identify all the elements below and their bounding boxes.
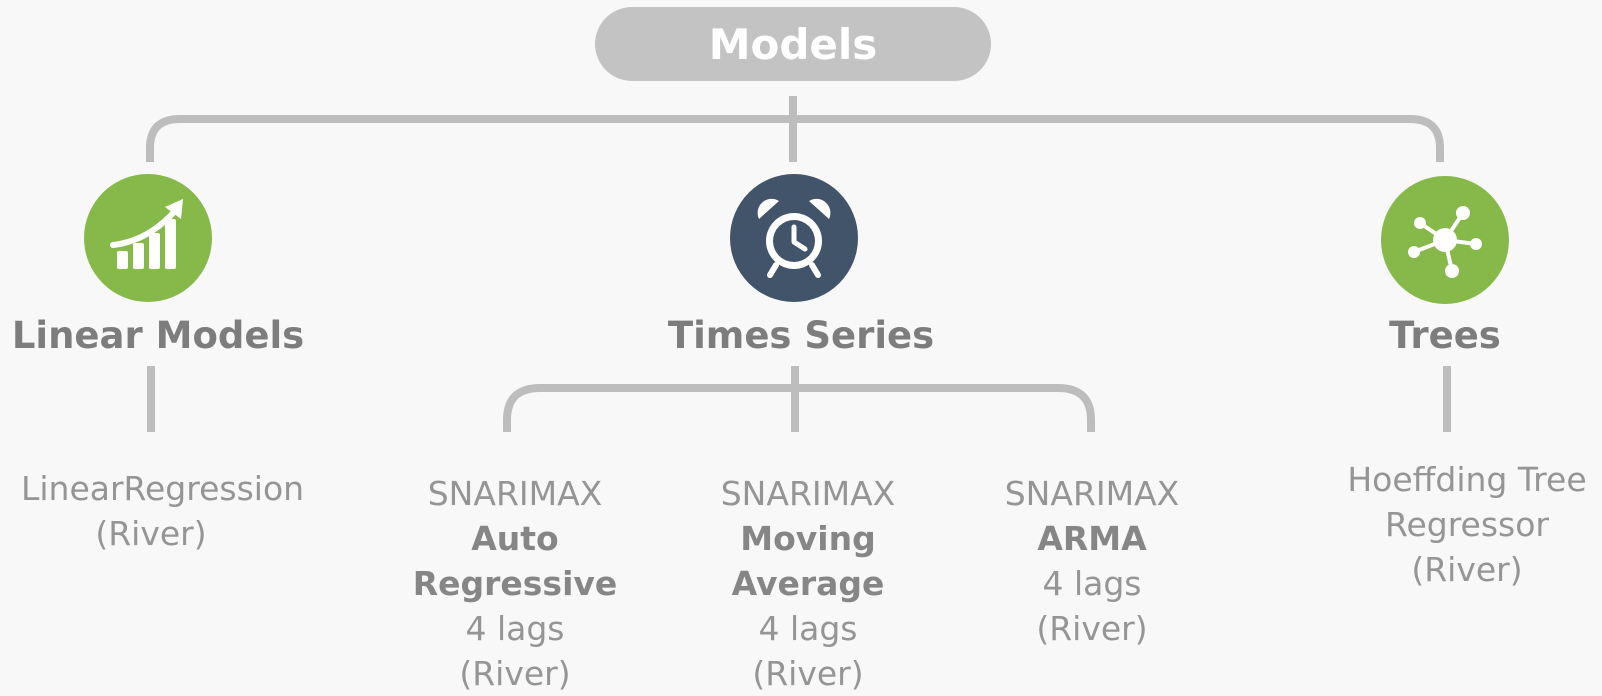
leaf-line: Regressive	[412, 564, 618, 603]
leaf-line: (River)	[95, 514, 207, 553]
leaf-snarimax-auto-regressive: SNARIMAX Auto Regressive 4 lags (River)	[385, 471, 645, 696]
leaf-line: 4 lags	[465, 609, 565, 648]
leaf-line: Average	[731, 564, 885, 603]
root-label: Models	[708, 19, 878, 69]
category-title-times-series: Times Series	[667, 314, 935, 357]
leaf-snarimax-arma: SNARIMAX ARMA 4 lags (River)	[962, 471, 1222, 651]
leaf-line: SNARIMAX	[1004, 474, 1180, 513]
network-hub-icon	[1381, 176, 1509, 304]
category-title-linear-models: Linear Models	[11, 314, 305, 357]
leaf-line: (River)	[1411, 550, 1523, 589]
root-node-models: Models	[595, 7, 991, 81]
leaf-line: 4 lags	[758, 609, 858, 648]
leaf-hoeffding-tree-regressor: Hoeffding Tree Regressor (River)	[1337, 457, 1597, 592]
leaf-line: LinearRegression	[21, 469, 305, 508]
leaf-line: Auto	[471, 519, 559, 558]
leaf-line: (River)	[459, 654, 571, 693]
leaf-line: ARMA	[1037, 519, 1147, 558]
leaf-line: (River)	[752, 654, 864, 693]
leaf-line: Hoeffding Tree	[1347, 460, 1587, 499]
leaf-line: 4 lags	[1042, 564, 1142, 603]
alarm-clock-icon	[730, 174, 858, 302]
leaf-line: (River)	[1036, 609, 1148, 648]
leaf-line: Moving	[740, 519, 876, 558]
leaf-snarimax-moving-average: SNARIMAX Moving Average 4 lags (River)	[678, 471, 938, 696]
leaf-linear-regression: LinearRegression (River)	[21, 466, 305, 556]
leaf-line: SNARIMAX	[427, 474, 603, 513]
model-hierarchy-diagram: Models Linear Models Times Series Trees …	[0, 0, 1602, 693]
leaf-line: SNARIMAX	[720, 474, 896, 513]
growth-chart-icon	[84, 174, 212, 302]
category-title-trees: Trees	[1389, 314, 1501, 357]
leaf-line: Regressor	[1385, 505, 1549, 544]
